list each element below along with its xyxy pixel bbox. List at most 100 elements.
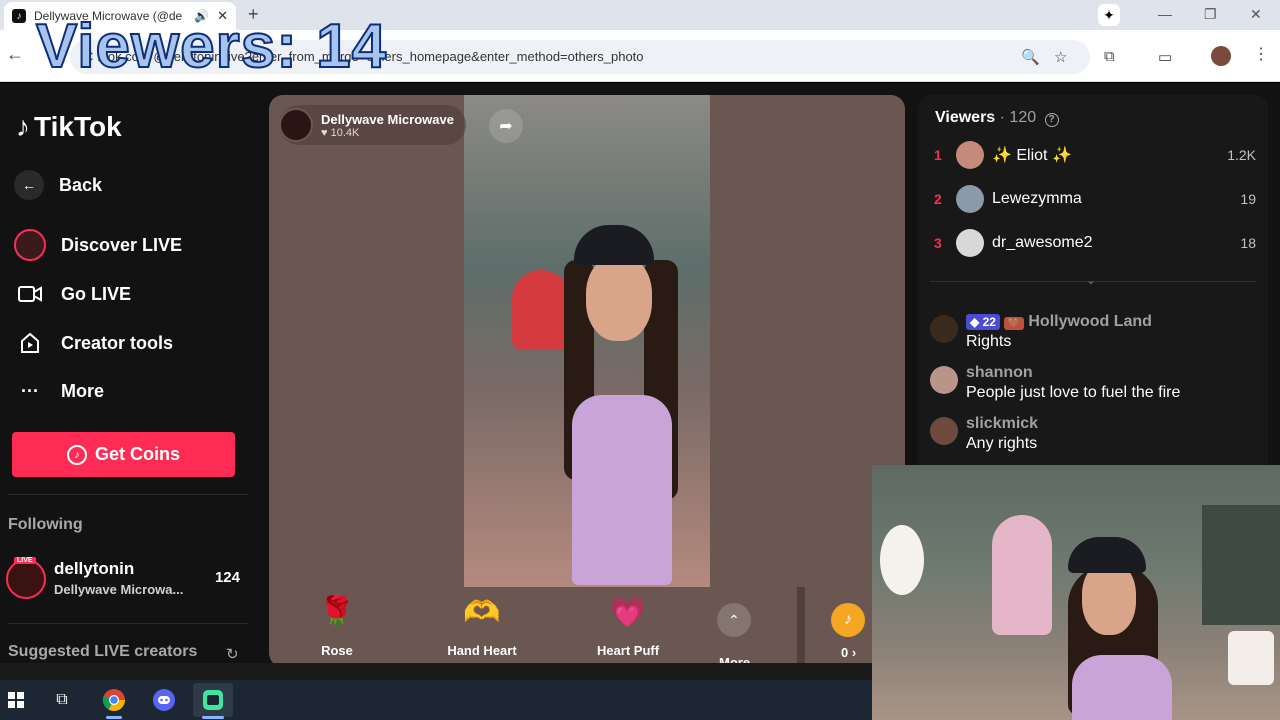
viewer-score: 18 — [1240, 235, 1256, 251]
chat-text: Rights — [966, 333, 1012, 350]
host-info[interactable]: Dellywave Microwave ♥ 10.4K — [279, 105, 466, 145]
webcam-body — [1072, 655, 1172, 720]
nav-creator-tools[interactable]: Creator tools — [14, 327, 173, 359]
heart-puff-icon: 💗 — [609, 596, 647, 629]
sidebar-divider — [8, 494, 248, 495]
streaming-app-active-indicator — [202, 716, 224, 719]
zoom-icon[interactable]: 🔍 — [1021, 48, 1040, 66]
host-avatar — [279, 108, 313, 142]
follow-viewer-count: 124 — [214, 569, 240, 586]
browser-menu-icon[interactable]: ⋮ — [1253, 44, 1269, 64]
tiktok-favicon-icon: ♪ — [12, 9, 26, 23]
gift-heart-puff[interactable]: 💗 Heart Puff — [583, 595, 673, 658]
tiktok-logo[interactable]: ♪ TikTok — [16, 111, 122, 143]
window-close-icon[interactable]: ✕ — [1250, 6, 1262, 23]
shelf — [1202, 505, 1280, 625]
chat-text: Any rights — [966, 435, 1038, 452]
chat-user: shannon — [966, 364, 1033, 381]
nav-label: More — [61, 380, 105, 401]
follow-subtitle: Dellywave Microwa... — [54, 582, 184, 597]
top-viewer-row[interactable]: 3 dr_awesome2 18 — [934, 227, 1256, 259]
profile-avatar[interactable] — [1211, 46, 1231, 66]
gift-label: Rose — [321, 643, 353, 658]
viewer-rank: 1 — [934, 147, 942, 163]
avatar — [956, 229, 984, 257]
extensions-icon[interactable]: ⧉ — [1104, 48, 1115, 65]
viewer-rank: 3 — [934, 235, 942, 251]
share-icon[interactable]: ➦ — [489, 109, 523, 143]
nav-more[interactable]: ··· More — [14, 375, 104, 407]
logo-text: TikTok — [34, 111, 122, 142]
chevron-down-icon[interactable]: ⌄ — [1086, 273, 1096, 287]
host-likes: ♥ 10.4K — [321, 126, 360, 139]
chrome-active-indicator — [106, 716, 122, 719]
creator-tools-icon — [14, 327, 46, 359]
avatar: LIVE — [6, 557, 46, 599]
coin-icon: ♪ — [66, 444, 87, 465]
get-coins-button[interactable]: ♪ Get Coins — [12, 432, 235, 477]
viewer-rank: 2 — [934, 191, 942, 207]
chat-user: slickmick — [966, 415, 1039, 432]
streaming-app-icon[interactable] — [193, 683, 233, 717]
top-viewer-row[interactable]: 1 ✨ Eliot ✨ 1.2K — [934, 139, 1256, 171]
help-icon[interactable]: ? — [1044, 113, 1059, 127]
gift-label: Hand Heart — [447, 643, 517, 658]
video-red-hat — [512, 270, 570, 350]
page-bottom-strip — [0, 663, 872, 680]
viewer-score: 1.2K — [1227, 147, 1256, 163]
chat-text: People just love to fuel the fire — [966, 384, 1181, 401]
more-gifts-button[interactable]: ⌃ — [717, 603, 751, 637]
gift-hand-heart[interactable]: 🫶 Hand Heart — [437, 595, 527, 658]
nav-label: Discover LIVE — [61, 234, 183, 255]
following-title: Following — [8, 516, 83, 533]
chrome-icon[interactable] — [100, 686, 128, 714]
tiktok-note-icon: ♪ — [16, 111, 30, 142]
nav-label: Back — [59, 174, 103, 195]
viewer-name: dr_awesome2 — [992, 234, 1093, 251]
hand-heart-icon: 🫶 — [463, 596, 501, 629]
avatar — [956, 141, 984, 169]
coin-count: 0 › — [841, 645, 857, 660]
gemini-icon[interactable]: ✦ — [1098, 4, 1120, 26]
windows-start-icon[interactable] — [2, 686, 30, 714]
discord-icon[interactable] — [150, 686, 178, 714]
pink-tree — [992, 515, 1052, 635]
restore-icon[interactable]: ❐ — [1204, 6, 1217, 23]
video-torso — [572, 395, 672, 585]
viewers-overlay-text: Viewers: 14 — [35, 12, 388, 81]
nav-back[interactable]: ← Back — [14, 170, 102, 200]
viewers-count: · 120 — [999, 109, 1037, 126]
fan-badge: 🤎 — [1003, 317, 1025, 330]
sidebar: ♪ TikTok ← Back Discover LIVE Go LIVE Cr… — [0, 83, 255, 663]
host-name: Dellywave Microwave — [321, 111, 454, 127]
viewers-title: Viewers · 120 ? — [935, 109, 1059, 127]
nav-discover-live[interactable]: Discover LIVE — [14, 229, 182, 261]
mug — [1228, 631, 1274, 685]
avatar — [930, 315, 958, 343]
nav-label: Creator tools — [61, 332, 174, 353]
live-video-frame[interactable]: Dellywave Microwave ♥ 10.4K ➦ 🌹 Rose 🫶 H… — [269, 95, 905, 667]
live-avatar-icon — [14, 229, 46, 261]
top-viewer-row[interactable]: 2 Lewezymma 19 — [934, 183, 1256, 215]
coin-icon: ♪ — [831, 603, 865, 637]
level-badge: ◆ 22 — [966, 314, 1000, 330]
refresh-icon[interactable]: ↻ — [226, 645, 239, 663]
avatar — [930, 417, 958, 445]
avatar — [930, 366, 958, 394]
gift-label: Heart Puff — [596, 643, 660, 658]
follow-name: dellytonin — [54, 559, 135, 578]
viewer-name: ✨ Eliot ✨ — [992, 147, 1072, 164]
task-view-icon[interactable]: ⧉ — [48, 686, 76, 714]
viewer-name: Lewezymma — [992, 190, 1082, 207]
gift-rose[interactable]: 🌹 Rose — [292, 595, 382, 658]
nav-go-live[interactable]: Go LIVE — [14, 278, 131, 310]
bookmark-star-icon[interactable]: ☆ — [1054, 48, 1067, 66]
live-badge: LIVE — [14, 557, 36, 564]
ring-light — [880, 525, 924, 595]
browser-back-icon[interactable]: ← — [6, 44, 24, 65]
minimize-icon[interactable]: — — [1158, 6, 1172, 22]
cast-icon[interactable]: ▭ — [1158, 48, 1172, 66]
taskbar: ⧉ — [0, 680, 872, 720]
get-coins-label: Get Coins — [94, 444, 180, 464]
following-item[interactable]: LIVE dellytonin Dellywave Microwa... 124 — [6, 557, 246, 601]
